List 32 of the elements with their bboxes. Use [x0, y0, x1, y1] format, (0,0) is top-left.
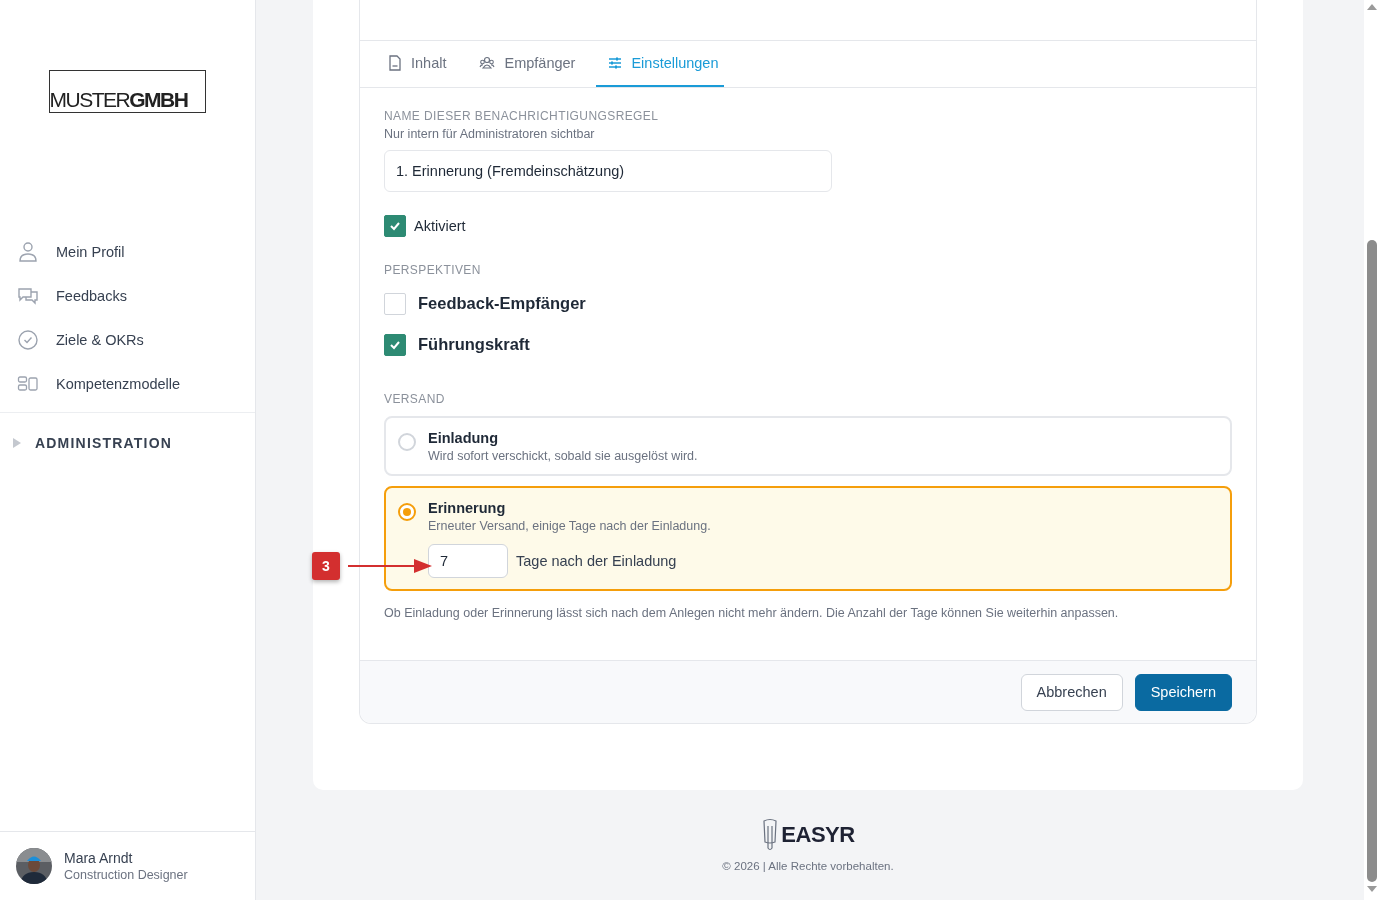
field-label: NAME DIESER BENACHRICHTIGUNGSREGEL [384, 109, 660, 123]
sidebar-item[interactable]: Ziele & OKRs [8, 318, 247, 362]
sidebar-item[interactable]: Feedbacks [8, 274, 247, 318]
option-description: Wird sofort verschickt, sobald sie ausgelöst wird. [428, 449, 698, 463]
delivery-option[interactable]: Einladung Wird sofort verschickt, sobald sie ausgelöst wird. [384, 416, 1232, 476]
sidebar-item[interactable]: Mein Profil [8, 230, 247, 274]
delivery-option[interactable]: Erinnerung Erneuter Versand, einige Tage nach der Einladung. 7 Tage nach der Einladung [384, 486, 1232, 591]
days-input[interactable]: 7 [428, 544, 508, 578]
copyright: © 2026 | Alle Rechte vorbehalten. [722, 860, 894, 872]
tab[interactable]: Inhalt [376, 41, 452, 87]
sidebar-item[interactable]: Kompetenzmodelle [8, 362, 247, 406]
user-role: Construction Designer [64, 868, 188, 882]
checkbox-label: Aktiviert [414, 218, 466, 234]
name-input[interactable]: 1. Erinnerung (Fremdeinschätzung) [384, 150, 832, 192]
user-name: Mara Arndt [64, 850, 134, 866]
section-label: PERSPEKTIVEN [384, 263, 482, 277]
option-description: Erneuter Versand, einige Tage nach der Einladung. [428, 519, 711, 533]
days-label: Tage nach der Einladung [516, 553, 677, 569]
tab[interactable]: Empfänger [467, 41, 581, 87]
cancel-button[interactable]: Abbrechen [1020, 673, 1123, 711]
step-badge: 3 [312, 552, 340, 580]
save-button[interactable]: Speichern [1134, 673, 1232, 711]
option-title: Einladung [428, 430, 500, 446]
field-hint: Nur intern für Administratoren sichtbar [384, 127, 596, 141]
section-header[interactable]: ADMINISTRATION [35, 435, 173, 451]
brand-logo: EASYR [781, 822, 855, 848]
checkbox-label: Feedback-Empfänger [418, 294, 586, 313]
company-logo: MUSTERGMBH [48, 70, 207, 113]
checkbox-label: Führungskraft [418, 335, 530, 354]
help-text: Ob Einladung oder Erinnerung lässt sich nach dem Anlegen nicht mehr ändern. Die Anzahl der Tage können Sie weiterhin anpassen. [384, 606, 1120, 620]
option-title: Erinnerung [428, 500, 507, 516]
section-label: VERSAND [384, 392, 446, 406]
